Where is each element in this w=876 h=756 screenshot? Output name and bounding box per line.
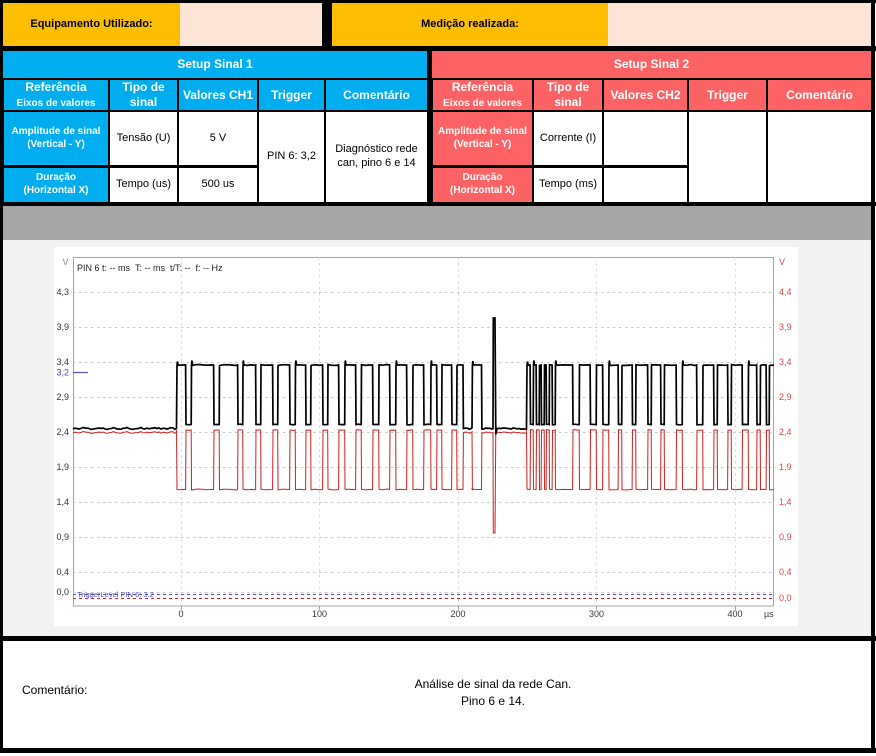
- svg-text:1,4: 1,4: [779, 497, 792, 507]
- svg-text:3,4: 3,4: [56, 357, 69, 367]
- svg-text:1,9: 1,9: [56, 462, 69, 472]
- svg-text:4,4: 4,4: [779, 287, 792, 297]
- svg-text:2,9: 2,9: [779, 392, 792, 402]
- svg-text:100: 100: [312, 609, 327, 619]
- svg-text:3,9: 3,9: [56, 322, 69, 332]
- svg-text:4,3: 4,3: [56, 287, 69, 297]
- svg-text:2,9: 2,9: [56, 392, 69, 402]
- svg-text:0,0: 0,0: [56, 587, 69, 597]
- svg-text:0: 0: [178, 609, 183, 619]
- svg-text:V: V: [779, 257, 785, 267]
- svg-text:3,9: 3,9: [779, 322, 792, 332]
- svg-text:1,4: 1,4: [56, 497, 69, 507]
- svg-text:3,4: 3,4: [779, 357, 792, 367]
- svg-text:1,9: 1,9: [779, 462, 792, 472]
- svg-text:3,2: 3,2: [56, 368, 69, 378]
- svg-text:2,4: 2,4: [56, 427, 69, 437]
- svg-text:TriggerLevel PIN 6: 3,2: TriggerLevel PIN 6: 3,2: [77, 590, 154, 599]
- svg-text:300: 300: [589, 609, 604, 619]
- svg-text:0,4: 0,4: [56, 567, 69, 577]
- svg-text:µs: µs: [764, 609, 774, 619]
- svg-text:0,9: 0,9: [56, 532, 69, 542]
- svg-text:2,4: 2,4: [779, 427, 792, 437]
- svg-text:0,4: 0,4: [779, 567, 792, 577]
- svg-text:0,9: 0,9: [779, 532, 792, 542]
- svg-text:V: V: [62, 257, 68, 267]
- svg-text:PIN 6 t: -- ms T: -- ms t/T:: PIN 6 t: -- ms T: -- ms t/T: -- f: -- Hz: [77, 263, 223, 273]
- svg-text:0,0: 0,0: [779, 593, 792, 603]
- svg-text:400: 400: [727, 609, 742, 619]
- svg-text:200: 200: [450, 609, 465, 619]
